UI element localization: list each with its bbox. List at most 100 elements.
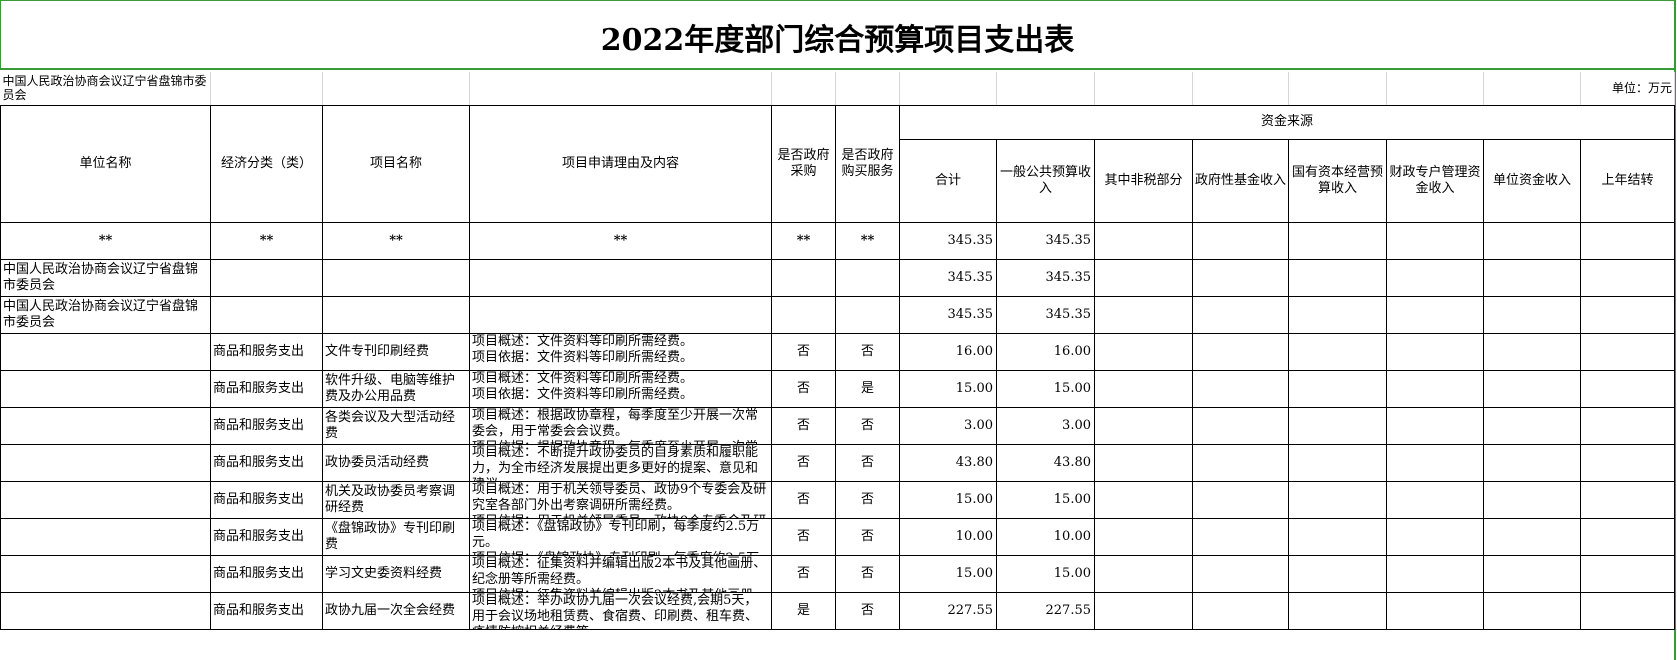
empty-cell: [1483, 517, 1581, 556]
col-fund-state-capital: 国有资本经营预算收入: [1288, 138, 1387, 223]
general-cell: 15.00: [996, 480, 1095, 519]
unit-label: 单位：万元: [1580, 72, 1675, 106]
unit-name-cell: [0, 443, 211, 482]
project-name-cell: 机关及政协委员考察调研经费: [322, 480, 470, 519]
gov-service-cell: 是: [835, 369, 900, 408]
empty-cell: [1192, 480, 1289, 519]
empty-cell: [1580, 369, 1675, 408]
empty-cell: [1094, 406, 1193, 445]
empty-cell: [835, 258, 900, 297]
empty-cell: [1386, 591, 1484, 630]
col-fund-total: 合计: [899, 138, 997, 223]
empty-cell: [1288, 443, 1387, 482]
reason-cell: 项目概述：用于机关领导委员、政协9个专委会及研究室各部门外出考察调研所需经费。 …: [469, 480, 772, 519]
empty-cell: [1288, 591, 1387, 630]
empty-cell: [1192, 554, 1289, 593]
empty-cell: [1094, 554, 1193, 593]
gov-service-cell: 否: [835, 406, 900, 445]
col-fund-special: 财政专户管理资金收入: [1386, 138, 1484, 223]
project-name-cell: 政协九届一次全会经费: [322, 591, 470, 630]
project-description: 项目概述：用于机关领导委员、政协9个专委会及研究室各部门外出考察调研所需经费。 …: [472, 481, 767, 517]
project-description: 项目概述：不断提升政协委员的自身素质和履职能力，为全市经济发展提出更多更好的提案…: [472, 444, 759, 480]
econ-class-cell: 商品和服务支出: [210, 554, 323, 593]
reason-cell: 项目概述：举办政协九届一次会议经费,会期5天，用于会议场地租赁费、食宿费、印刷费…: [469, 591, 772, 630]
empty-cell: [1288, 332, 1387, 371]
empty-cell: [1386, 517, 1484, 556]
col-fund-gov: 政府性基金收入: [1192, 138, 1289, 223]
empty-cell: [1386, 332, 1484, 371]
project-row: 商品和服务支出 机关及政协委员考察调研经费 项目概述：用于机关领导委员、政协9个专委…: [0, 480, 1675, 519]
empty-cell: [1094, 443, 1193, 482]
reason-cell: 项目概述：文件资料等印刷所需经费。 项目依据：文件资料等印刷所需经费。: [469, 332, 772, 371]
col-gov-service: 是否政府购买服务: [835, 104, 900, 223]
general-cell: 3.00: [996, 406, 1095, 445]
empty-cell: [1192, 443, 1289, 482]
empty-cell: [1580, 295, 1675, 334]
gov-purchase-cell: 否: [771, 517, 836, 556]
summary-row: 中国人民政治协商会议辽宁省盘锦市委员会 345.35 345.35: [0, 258, 1675, 297]
general-cell: 10.00: [996, 517, 1095, 556]
col-econ-class: 经济分类（类）: [210, 104, 323, 223]
total-cell: 3.00: [899, 406, 997, 445]
marker-cell: **: [469, 221, 772, 260]
project-row: 商品和服务支出 各类会议及大型活动经费 项目概述：根据政协章程，每季度至少开展一次常…: [0, 406, 1675, 445]
project-name-cell: 学习文史委资料经费: [322, 554, 470, 593]
empty-cell: [1192, 332, 1289, 371]
empty-cell: [1288, 517, 1387, 556]
empty-cell: [1580, 591, 1675, 630]
budget-table: 中国人民政治协商会议辽宁省盘锦市委员会 单位：万元 单位名称 经济分类（类） 项…: [0, 72, 1675, 630]
empty-cell: [1580, 554, 1675, 593]
empty-cell: [1288, 406, 1387, 445]
empty-cell: [1288, 369, 1387, 408]
unit-name-cell: [0, 369, 211, 408]
col-project-name: 项目名称: [322, 104, 470, 223]
title-banner: 2022年度部门综合预算项目支出表: [0, 0, 1675, 70]
marker-cell: **: [210, 221, 323, 260]
project-row: 商品和服务支出 学习文史委资料经费 项目概述：征集资料并编辑出版2本书及其他画册、纪…: [0, 554, 1675, 593]
total-cell: 16.00: [899, 332, 997, 371]
project-row: 商品和服务支出 政协委员活动经费 项目概述：不断提升政协委员的自身素质和履职能力，为…: [0, 443, 1675, 482]
empty-cell: [1192, 591, 1289, 630]
gov-service-cell: 否: [835, 332, 900, 371]
unit-name-cell: 中国人民政治协商会议辽宁省盘锦市委员会: [0, 295, 211, 334]
project-row: 商品和服务支出 《盘锦政协》专刊印刷费 项目概述：《盘锦政协》专刊印刷，每季度约2.…: [0, 517, 1675, 556]
empty-cell: [1288, 295, 1387, 334]
col-gov-purchase: 是否政府采购: [771, 104, 836, 223]
project-name-cell: 软件升级、电脑等维护费及办公用品费: [322, 369, 470, 408]
empty-cell: [1094, 480, 1193, 519]
col-fund-unit: 单位资金收入: [1483, 138, 1581, 223]
col-fund-carryover: 上年结转: [1580, 138, 1675, 223]
empty-cell: [1288, 480, 1387, 519]
total-cell: 345.35: [899, 258, 997, 297]
org-name-cell: 中国人民政治协商会议辽宁省盘锦市委员会: [0, 72, 211, 106]
reason-cell: 项目概述：文件资料等印刷所需经费。 项目依据：文件资料等印刷所需经费。: [469, 369, 772, 408]
col-reason: 项目申请理由及内容: [469, 104, 772, 223]
gov-purchase-cell: 否: [771, 332, 836, 371]
total-cell: 345.35: [899, 221, 997, 260]
marker-cell: **: [835, 221, 900, 260]
empty-cell: [1386, 554, 1484, 593]
col-fund-nontax: 其中非税部分: [1094, 138, 1193, 223]
general-cell: 227.55: [996, 591, 1095, 630]
gov-service-cell: 否: [835, 554, 900, 593]
empty-cell: [1094, 295, 1193, 334]
empty-cell: [771, 258, 836, 297]
total-cell: 10.00: [899, 517, 997, 556]
empty-cell: [1580, 443, 1675, 482]
project-description: 项目概述：文件资料等印刷所需经费。 项目依据：文件资料等印刷所需经费。: [472, 333, 694, 365]
econ-class-cell: 商品和服务支出: [210, 480, 323, 519]
empty-cell: [1580, 332, 1675, 371]
general-cell: 345.35: [996, 258, 1095, 297]
general-cell: 15.00: [996, 369, 1095, 408]
empty-cell: [322, 258, 470, 297]
econ-class-cell: 商品和服务支出: [210, 406, 323, 445]
empty-cell: [835, 295, 900, 334]
empty-cell: [1580, 517, 1675, 556]
unit-name-cell: [0, 406, 211, 445]
project-description: 项目概述：根据政协章程，每季度至少开展一次常委会，用于常委会会议费。 项目依据：…: [472, 407, 759, 443]
summary-row: 中国人民政治协商会议辽宁省盘锦市委员会 345.35 345.35: [0, 295, 1675, 334]
empty-cell: [1386, 258, 1484, 297]
project-row: 商品和服务支出 软件升级、电脑等维护费及办公用品费 项目概述：文件资料等印刷所需经费…: [0, 369, 1675, 408]
project-name-cell: 政协委员活动经费: [322, 443, 470, 482]
project-description: 项目概述：征集资料并编辑出版2本书及其他画册、纪念册等所需经费。 项目依据：征集…: [472, 555, 767, 591]
